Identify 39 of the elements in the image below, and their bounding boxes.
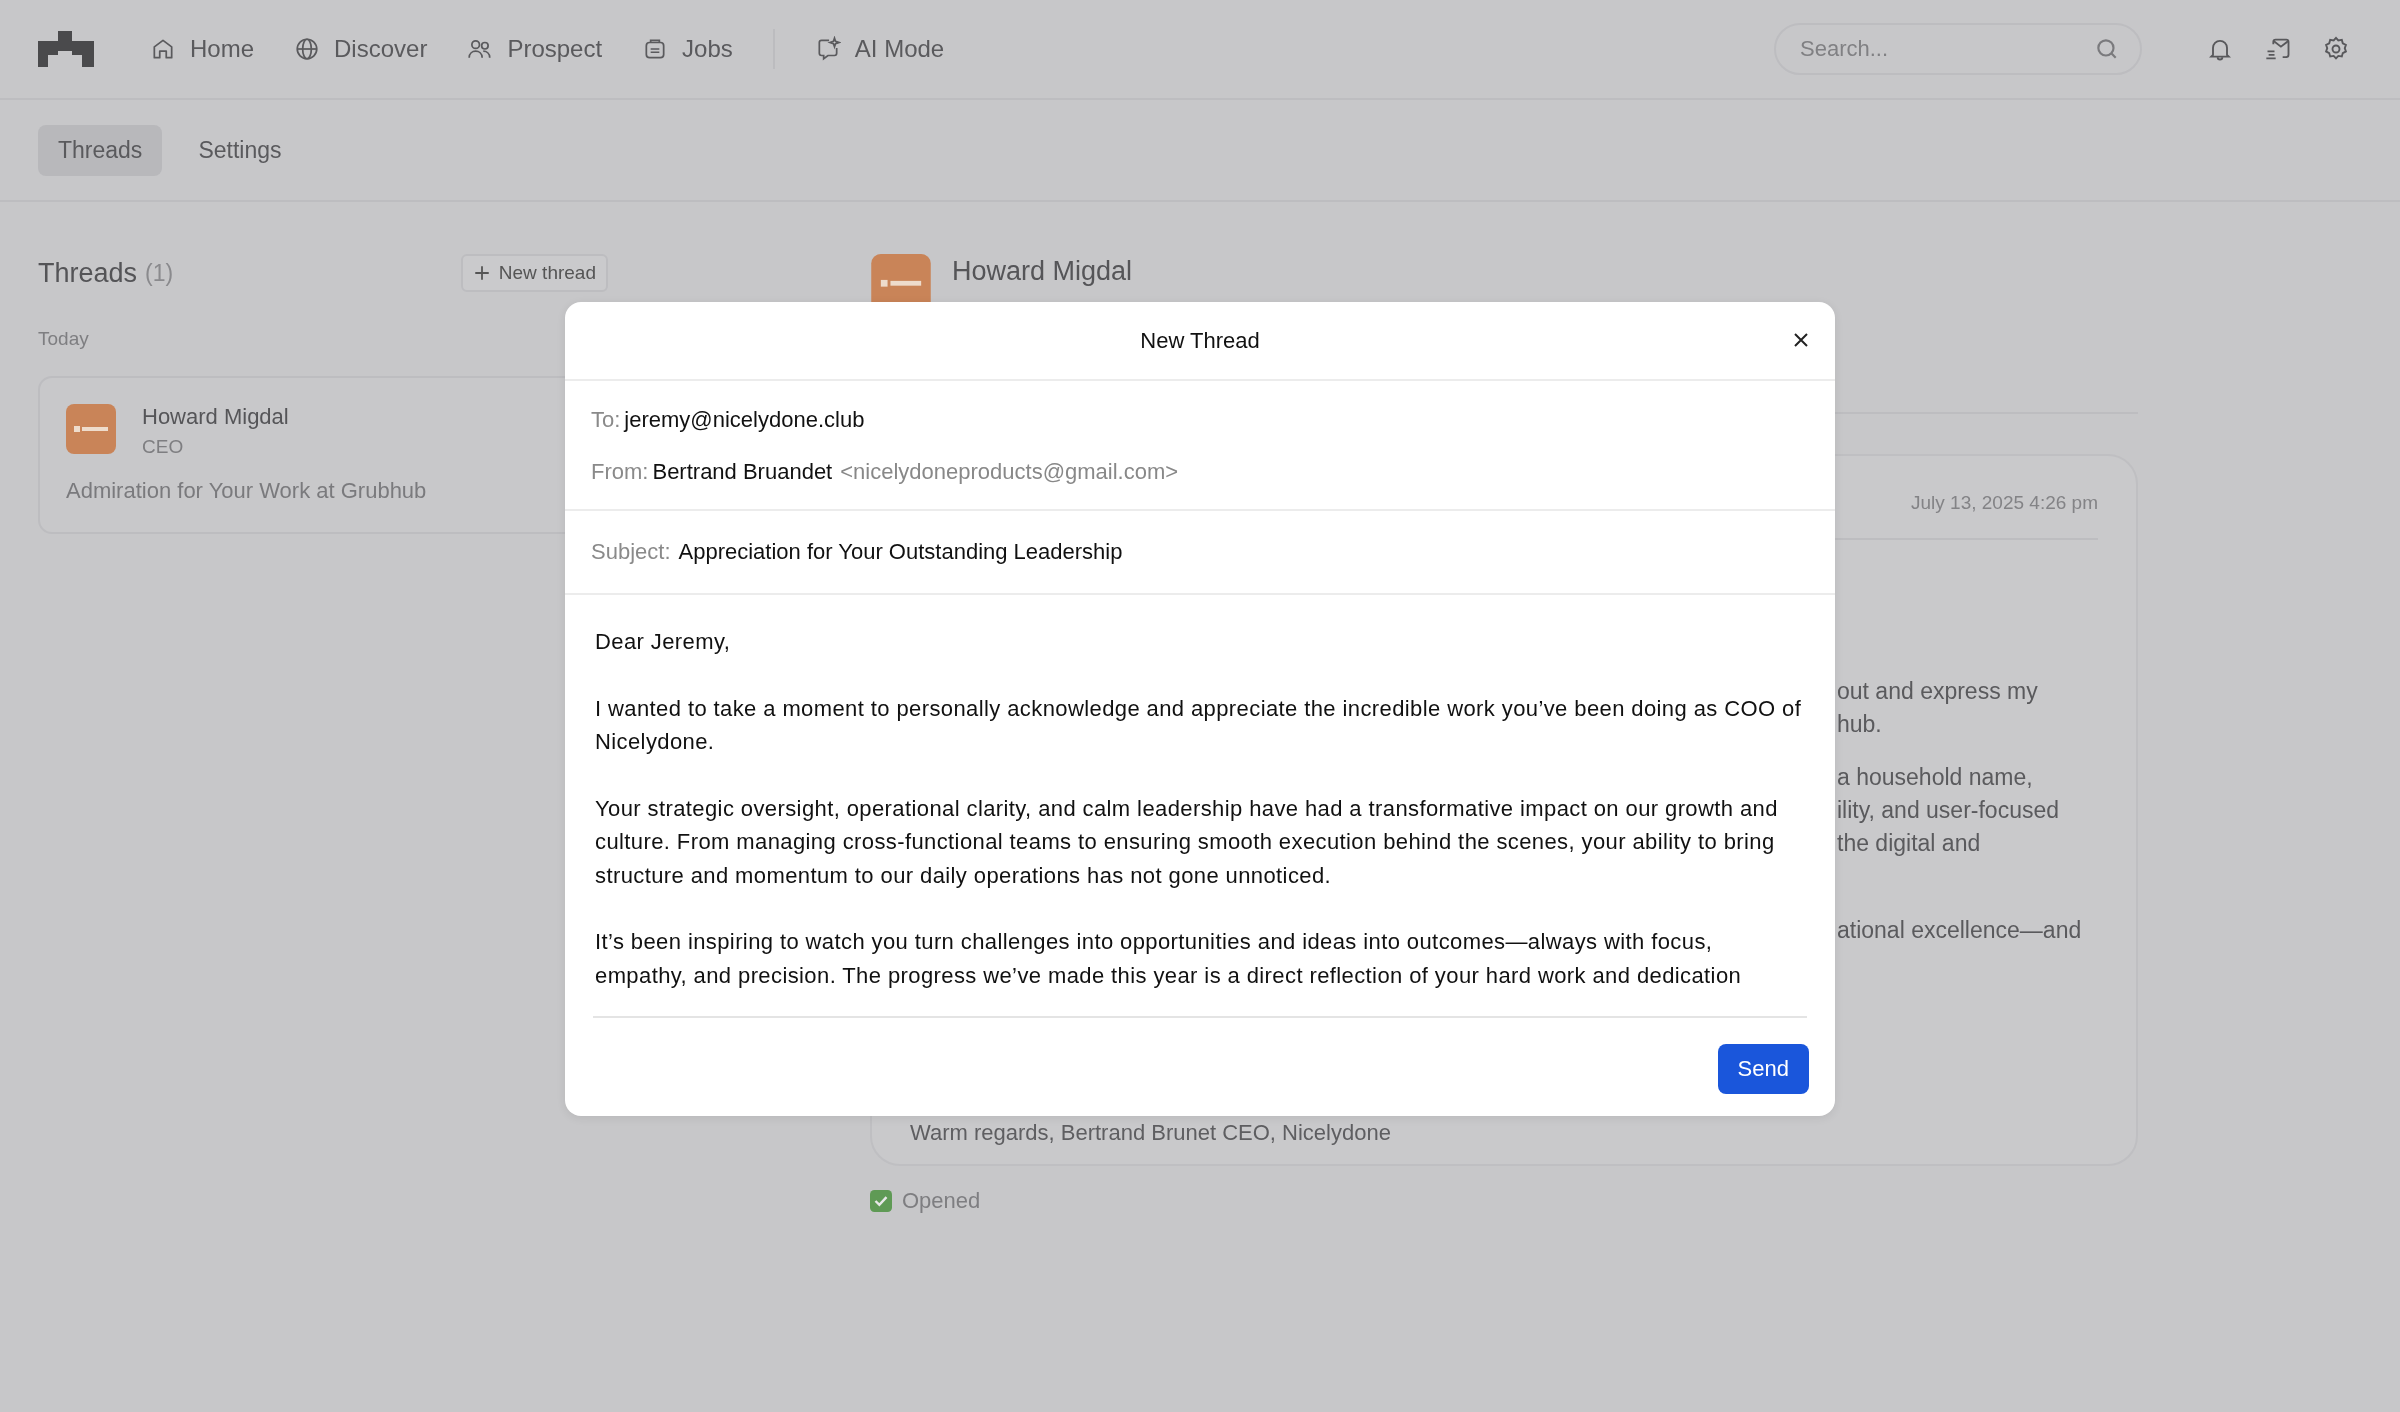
contact-name: Howard Migdal <box>142 404 289 430</box>
nav-link[interactable]: Prospect <box>467 29 603 69</box>
contact-name: Howard Migdal <box>952 256 1133 287</box>
tab[interactable]: Settings <box>178 124 302 176</box>
message-text: ility, and user-focused <box>1837 796 2059 825</box>
sender-email: <nicelydoneproducts@gmail.com> <box>840 459 1179 485</box>
field-label: To: <box>591 407 621 433</box>
thread-subject: Admiration for Your Work at Grubhub <box>66 478 428 504</box>
sender-name: Bertrand Bruandet <box>652 459 833 485</box>
nav-link[interactable]: Jobs <box>642 29 733 69</box>
nav-link[interactable]: AI Mode <box>814 29 945 69</box>
subject-field[interactable]: Appreciation for Your Outstanding Leadership <box>678 539 1123 565</box>
contact-role: CEO <box>142 436 185 458</box>
company-logo-icon <box>870 254 932 302</box>
message-signature: Warm regards, Bertrand Brunet CEO, Nicelydone <box>910 1120 1392 1146</box>
logo-icon[interactable] <box>38 31 94 67</box>
message-date: July 13, 2025 4:26 pm <box>1911 492 2098 514</box>
message-text: hub. <box>1837 710 1882 739</box>
message-text: ational excellence—and <box>1837 916 2082 945</box>
company-logo-icon <box>66 404 116 454</box>
threads-title: Threads <box>38 257 138 289</box>
new-thread-button[interactable]: New thread <box>460 254 608 292</box>
dialog-title: New Thread <box>1140 327 1260 354</box>
plus-icon <box>472 264 491 282</box>
field-label: Subject: <box>591 539 671 565</box>
nav-link[interactable]: Home <box>150 29 255 69</box>
group-label: Today <box>38 328 90 350</box>
search-field[interactable]: Search... <box>1774 23 2142 75</box>
nav-link[interactable]: Discover <box>294 29 428 69</box>
tab[interactable]: Threads <box>38 124 163 176</box>
check-icon <box>870 1190 892 1212</box>
message-text: a household name, <box>1837 763 2033 792</box>
status-text: Opened <box>902 1188 981 1214</box>
message-text: the digital and <box>1837 829 1981 858</box>
globe-icon <box>294 36 321 62</box>
send-button[interactable]: Send <box>1717 1044 1809 1094</box>
thread-count: (1) <box>145 259 174 287</box>
message-body-field[interactable]: Dear Jeremy, I wanted to take a moment to personally acknowledge and appreciate the incredible work you’ve been doing as COO of Nicelydone. Your strategic oversight, operational clarity, and calm leadership have had a transformative impact on our growth and culture. From managing cross-functional teams to ensuring smooth execution behind the scenes, your ability to bring structure and momentum to our daily operations has not gone unnoticed. It’s been inspiring to watch you turn challenges into opportunities and ideas into outcomes—always with focus, empathy, and precision. The progress we’ve made this year is a direct reflection of your hard work and dedication <box>593 595 1807 1018</box>
message-text: out and express my <box>1837 677 2038 706</box>
